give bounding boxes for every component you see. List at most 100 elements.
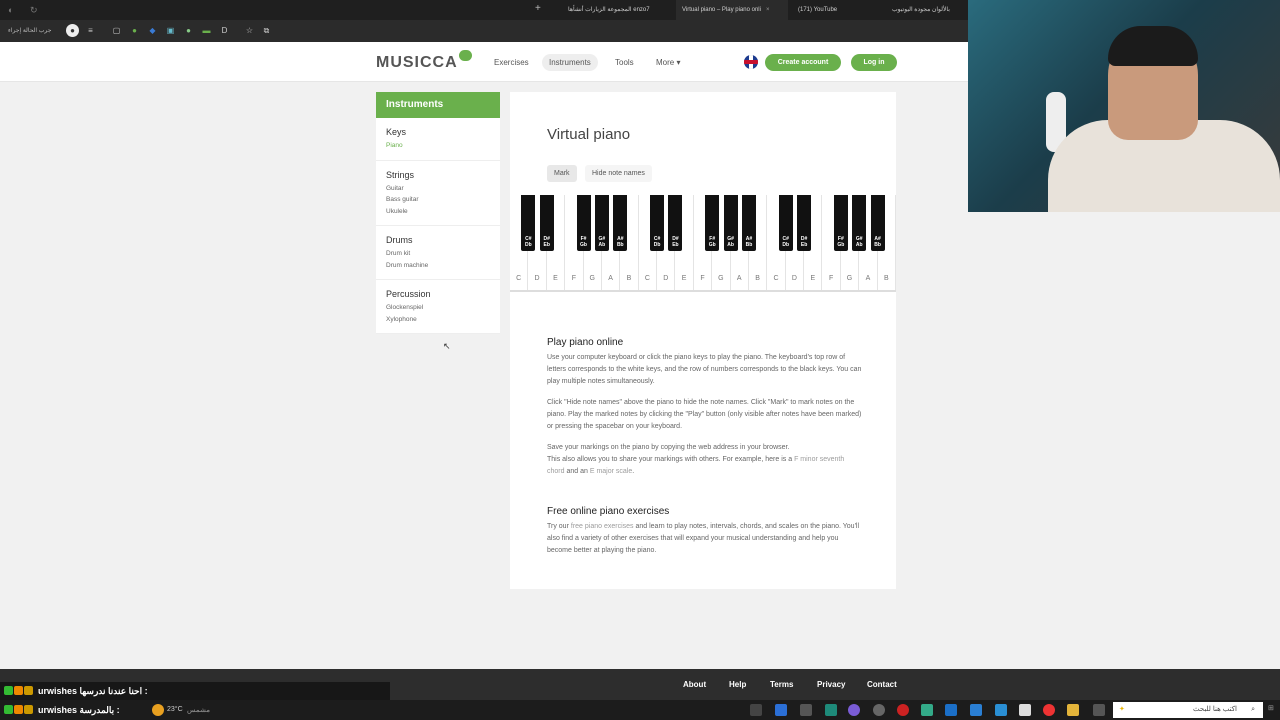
footer-about[interactable]: About (683, 680, 706, 689)
piano-black-key[interactable]: F# Gb (576, 195, 591, 251)
footer-contact[interactable]: Contact (867, 680, 897, 689)
note-name-label: F (829, 275, 834, 282)
note-name-label: D (791, 275, 797, 282)
note-name-label: C (644, 275, 650, 282)
app-icon[interactable] (825, 704, 837, 716)
nav-more[interactable]: More ▾ (656, 58, 680, 67)
folder-icon[interactable] (1067, 704, 1079, 716)
create-account-button[interactable]: Create account (765, 54, 841, 71)
extension-icon[interactable]: ▣ (164, 24, 177, 37)
taskbar-search-input[interactable]: اكتب هنا للبحث ✦ ⌕ (1113, 702, 1263, 718)
section-title: Play piano online (547, 337, 624, 348)
bookmark-item[interactable]: جرب الحالة إجراء (8, 27, 51, 34)
sidebar-group-title[interactable]: Strings (386, 170, 490, 180)
tab-youtube[interactable]: (171) YouTube (792, 0, 882, 20)
piano-keyboard[interactable]: C D E F G A B C D E F G A B C D E F G A B C# Db D# Eb F# Gb G# Ab A# B… (510, 195, 896, 292)
sidebar-item-glockenspiel[interactable]: Glockenspiel (386, 302, 490, 314)
piano-black-key[interactable]: F# Gb (833, 195, 848, 251)
link-e-major-scale[interactable]: E major scale (590, 468, 632, 475)
app-icon[interactable] (945, 704, 957, 716)
sidebar-item-piano[interactable]: Piano (386, 140, 490, 152)
piano-black-key[interactable]: C# Db (650, 195, 665, 251)
sidebar-item-drum-machine[interactable]: Drum machine (386, 260, 490, 272)
piano-black-key[interactable]: F# Gb (705, 195, 720, 251)
sidebar-item-drum-kit[interactable]: Drum kit (386, 248, 490, 260)
app-icon[interactable] (775, 704, 787, 716)
note-name-label: D (534, 275, 540, 282)
extension-icon[interactable]: D (218, 24, 231, 37)
sidebar-group-title[interactable]: Keys (386, 127, 490, 137)
app-icon[interactable] (750, 704, 762, 716)
app-icon[interactable] (921, 704, 933, 716)
extension-icon[interactable]: ◆ (146, 24, 159, 37)
piano-black-key[interactable]: A# Bb (741, 195, 756, 251)
piano-black-key[interactable]: C# Db (778, 195, 793, 251)
footer-privacy[interactable]: Privacy (817, 680, 845, 689)
piano-black-key[interactable]: D# Eb (539, 195, 554, 251)
site-header: MUSICCA Exercises Instruments Tools More… (0, 42, 968, 82)
profile-icon[interactable]: ● (66, 24, 79, 37)
new-tab-button[interactable]: + (535, 3, 541, 14)
sidebar-item-ukulele[interactable]: Ukulele (386, 206, 490, 218)
app-icon[interactable] (897, 704, 909, 716)
nav-tools[interactable]: Tools (615, 58, 634, 67)
piano-black-key[interactable]: A# Bb (613, 195, 628, 251)
hide-note-names-button[interactable]: Hide note names (585, 165, 652, 182)
sidebar-item-xylophone[interactable]: Xylophone (386, 314, 490, 326)
badge-icon (14, 705, 23, 714)
note-name-label: A (736, 275, 742, 282)
app-icon[interactable] (848, 704, 860, 716)
star-icon[interactable]: ☆ (243, 24, 256, 37)
tab-youtube-2[interactable]: بالألوان مجودة اليوتيوب (886, 0, 968, 20)
piano-black-key[interactable]: D# Eb (797, 195, 812, 251)
windows-start-icon[interactable]: ⊞ (1268, 704, 1274, 712)
link-free-piano-exercises[interactable]: free piano exercises (571, 523, 634, 530)
extension-icon[interactable]: ● (128, 24, 141, 37)
footer-terms[interactable]: Terms (770, 680, 793, 689)
chrome-icon[interactable] (1043, 704, 1055, 716)
piano-black-key[interactable]: A# Bb (870, 195, 885, 251)
window-control-icon[interactable]: ◐ (8, 5, 13, 15)
note-name-label: G (718, 275, 724, 282)
app-icon[interactable] (1019, 704, 1031, 716)
piano-black-key[interactable]: G# Ab (594, 195, 609, 251)
extension-icon[interactable]: ▬ (200, 24, 213, 37)
extension-icon[interactable]: ▢ (110, 24, 123, 37)
windows-taskbar: urwishes بالمدرسة : 23°C مشمس اكتب هنا ل… (0, 700, 1280, 720)
reload-icon[interactable]: ↻ (30, 5, 38, 16)
footer-help[interactable]: Help (729, 680, 746, 689)
sidebar-group-title[interactable]: Percussion (386, 289, 490, 299)
musicca-logo[interactable]: MUSICCA (376, 50, 472, 72)
language-flag-icon[interactable] (744, 55, 758, 69)
edge-icon[interactable] (995, 704, 1007, 716)
sidebar-group-title[interactable]: Drums (386, 235, 490, 245)
browser-tab-strip: ◐ ↻ + المجموعة الزيارات أنشأها enzo7 Vir… (0, 0, 968, 20)
section-play-online: Play piano online Use your computer keyb… (547, 337, 862, 487)
settings-icon[interactable] (800, 704, 812, 716)
login-button[interactable]: Log in (851, 54, 897, 71)
extension-icon[interactable]: ≡ (84, 24, 97, 37)
mod-badge-icon (4, 686, 13, 695)
tab-group-visits[interactable]: المجموعة الزيارات أنشأها enzo7 (562, 0, 672, 20)
close-tab-icon[interactable]: × (766, 7, 770, 13)
mark-button[interactable]: Mark (547, 165, 577, 182)
app-icon[interactable] (873, 704, 885, 716)
page-title: Virtual piano (547, 126, 631, 143)
extension-icon[interactable]: ● (182, 24, 195, 37)
note-name-label: E (681, 275, 687, 282)
nav-exercises[interactable]: Exercises (494, 58, 529, 67)
piano-black-key[interactable]: D# Eb (668, 195, 683, 251)
main-content: Virtual piano Mark Hide note names C D E F G… (510, 92, 896, 589)
app-icon[interactable] (970, 704, 982, 716)
chat-message: urwishes احنا عندنا ندرسها : (0, 682, 390, 700)
piano-black-key[interactable]: G# Ab (852, 195, 867, 251)
extensions-puzzle-icon[interactable]: ⧉ (260, 24, 273, 37)
piano-black-key[interactable]: G# Ab (723, 195, 738, 251)
sidebar-item-guitar[interactable]: Guitar (386, 183, 490, 195)
task-view-icon[interactable] (1093, 704, 1105, 716)
weather-temp[interactable]: 23°C (167, 706, 183, 713)
piano-black-key[interactable]: C# Db (521, 195, 536, 251)
tab-virtual-piano[interactable]: Virtual piano – Play piano onli × (676, 0, 788, 20)
nav-instruments[interactable]: Instruments (542, 54, 598, 71)
sidebar-item-bass-guitar[interactable]: Bass guitar (386, 194, 490, 206)
